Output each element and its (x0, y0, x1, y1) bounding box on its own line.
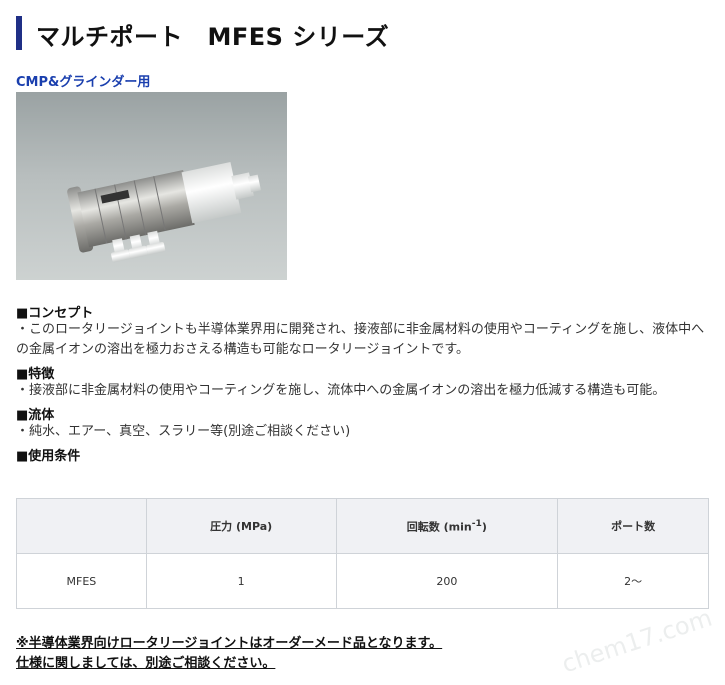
product-subtitle: CMP&グラインダー用 (16, 75, 151, 90)
rpm-label-close: ) (481, 520, 487, 534)
table-header-ports: ポート数 (557, 498, 709, 554)
rpm-unit-superscript: -1 (471, 517, 482, 529)
section-heading-fluid: ■流体 (16, 408, 55, 423)
spec-table: 圧力 (MPa) 回転数 (min-1) ポート数 MFES 1 200 2〜 (16, 498, 709, 609)
table-header-pressure: 圧力 (MPa) (145, 498, 337, 554)
table-cell-rpm: 200 (335, 553, 559, 609)
table-header-model (16, 498, 147, 554)
section-heading-features: ■特徴 (16, 367, 55, 382)
table-cell-ports: 2〜 (557, 553, 709, 609)
table-cell-model: MFES (16, 553, 147, 609)
table-header-row: 圧力 (MPa) 回転数 (min-1) ポート数 (16, 498, 709, 554)
section-text-features: ・接液部に非金属材料の使用やコーティングを施し、流体中への金属イオンの溶出を極力… (16, 383, 666, 398)
note-custom-order: ※半導体業界向けロータリージョイントはオーダーメード品となります。 (16, 636, 443, 651)
table-header-rpm: 回転数 (min-1) (335, 498, 559, 554)
section-heading-conditions: ■使用条件 (16, 449, 81, 464)
watermark: chem17.com (558, 603, 716, 679)
title-accent-bar (16, 16, 22, 50)
page-title-bar: マルチポート MFES シリーズ (16, 14, 711, 51)
section-text-concept: ・このロータリージョイントも半導体業界用に開発され、接液部に非金属材料の使用やコ… (16, 322, 705, 357)
rotary-joint-illustration (67, 161, 261, 263)
section-heading-concept: ■コンセプト (16, 306, 94, 321)
product-photo (16, 92, 287, 280)
note-consult: 仕様に関しましては、別途ご相談ください。 (16, 656, 276, 671)
section-text-fluid: ・純水、エアー、真空、スラリー等(別途ご相談ください) (16, 424, 351, 439)
table-cell-pressure: 1 (145, 553, 337, 609)
table-row: MFES 1 200 2〜 (16, 553, 709, 609)
rpm-label: 回転数 (min (406, 520, 472, 534)
page-title: マルチポート MFES シリーズ (36, 23, 390, 51)
